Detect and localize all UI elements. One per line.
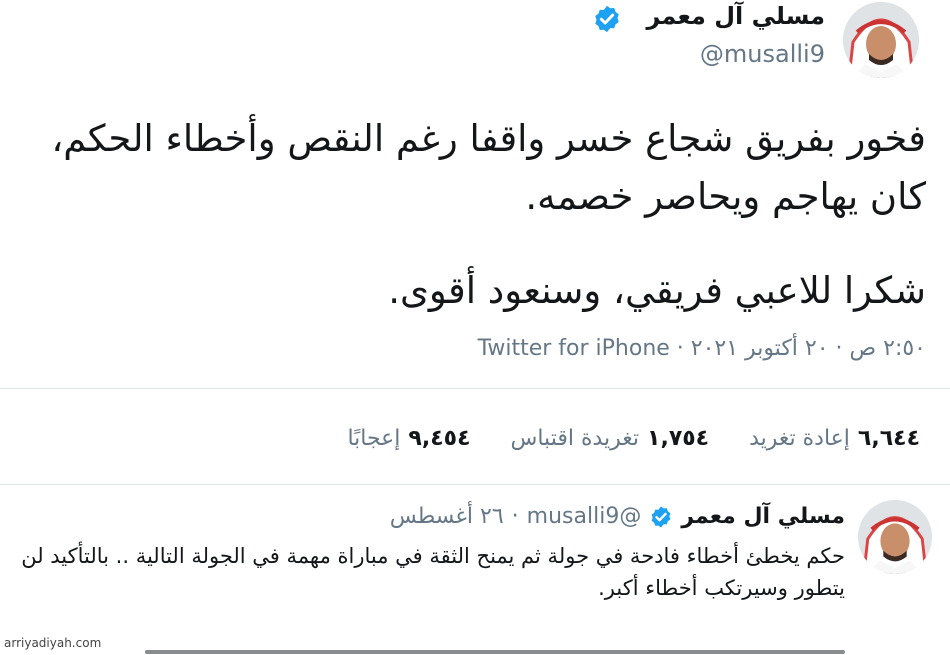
reply-tweet-text: حكم يخطئ أخطاء فادحة في جولة ثم يمنح الث… xyxy=(21,544,845,600)
quotes-count: ١,٧٥٤ xyxy=(647,426,710,451)
retweets-label: إعادة تغريد xyxy=(749,426,850,451)
avatar-photo xyxy=(858,500,932,574)
reply-separator: · xyxy=(511,504,519,529)
reply-text-cutoff xyxy=(145,640,845,655)
reply-date[interactable]: ٢٦ أغسطس xyxy=(390,504,504,529)
retweets-stat[interactable]: ٦,٦٤٤ إعادة تغريد xyxy=(749,426,920,451)
verified-badge-icon xyxy=(592,4,622,34)
reply-author-handle[interactable]: @musalli9 xyxy=(527,504,642,529)
quotes-stat[interactable]: ١,٧٥٤ تغريدة اقتباس xyxy=(511,426,710,451)
tweet-text-line-1: فخور بفريق شجاع خسر واقفا رغم النقص وأخط… xyxy=(51,117,926,160)
tweet-text: فخور بفريق شجاع خسر واقفا رغم النقص وأخط… xyxy=(51,110,926,226)
divider xyxy=(0,388,950,389)
tweet-timestamp[interactable]: ٢:٥٠ ص · ٢٠ أكتوبر ٢٠٢١ · Twitter for iP… xyxy=(478,336,926,361)
site-watermark: arriyadiyah.com xyxy=(4,636,102,650)
tweet-text-closing: شكرا للاعبي فريقي، وسنعود أقوى. xyxy=(388,269,926,312)
reply-header: مسلي آل معمر @musalli9 · ٢٦ أغسطس xyxy=(390,504,845,529)
likes-label: إعجابًا xyxy=(347,426,401,451)
tweet-text-line-2: كان يهاجم ويحاصر خصمه. xyxy=(525,175,926,218)
verified-badge-icon xyxy=(649,505,673,529)
divider xyxy=(0,484,950,485)
avatar-photo xyxy=(843,2,919,78)
author-name[interactable]: مسلي آل معمر xyxy=(646,2,825,30)
likes-stat[interactable]: ٩,٤٥٤ إعجابًا xyxy=(347,426,470,451)
reply-author-avatar[interactable] xyxy=(858,500,932,574)
retweets-count: ٦,٦٤٤ xyxy=(857,426,920,451)
author-handle[interactable]: @musalli9 xyxy=(700,40,825,68)
likes-count: ٩,٤٥٤ xyxy=(408,426,471,451)
reply-author-name[interactable]: مسلي آل معمر xyxy=(681,504,845,529)
author-avatar[interactable] xyxy=(843,2,919,78)
quotes-label: تغريدة اقتباس xyxy=(510,426,640,451)
engagement-stats: ٦,٦٤٤ إعادة تغريد ١,٧٥٤ تغريدة اقتباس ٩,… xyxy=(347,426,920,451)
